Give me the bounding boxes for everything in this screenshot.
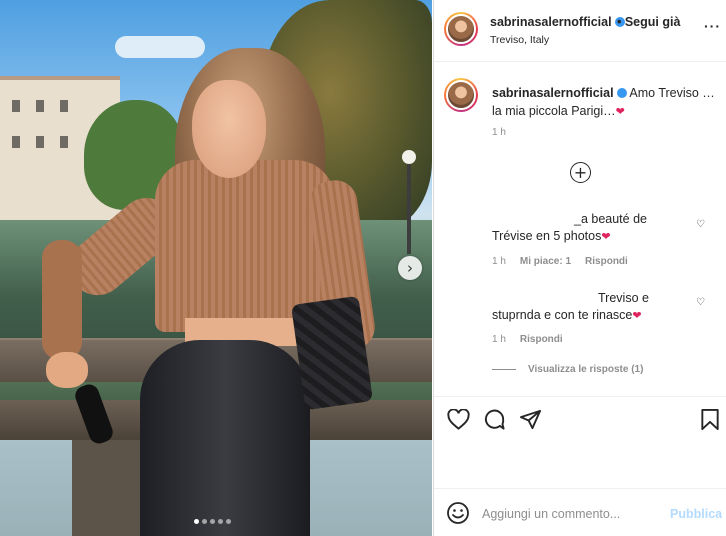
avatar[interactable] xyxy=(444,12,478,46)
handbag xyxy=(290,295,374,411)
caption: sabrinasalernofficial Amo Treviso … la m… xyxy=(434,62,726,148)
caption-line1: Amo Treviso … xyxy=(629,86,715,100)
lamp-post xyxy=(407,164,411,254)
like-comment-icon[interactable]: ♡ xyxy=(696,219,705,230)
view-replies[interactable]: Visualizza le risposte (1) xyxy=(492,364,643,375)
carousel-dot xyxy=(194,519,199,524)
lamp xyxy=(402,150,416,164)
figure-pants xyxy=(140,340,310,536)
avatar[interactable] xyxy=(444,78,478,112)
carousel-dot xyxy=(210,519,215,524)
publish-button[interactable]: Pubblica xyxy=(670,507,722,521)
comment-composer: Pubblica xyxy=(434,488,726,536)
share-icon[interactable] xyxy=(518,407,542,431)
heart-emoji-icon: ❤ xyxy=(615,105,625,118)
post-photo[interactable]: › xyxy=(0,0,432,536)
carousel-dot xyxy=(218,519,223,524)
username-text[interactable]: sabrinasalernofficial xyxy=(490,15,612,29)
carousel-dot xyxy=(202,519,207,524)
comment-meta: 1 h Mi piace: 1 Rispondi xyxy=(492,256,628,267)
caption-text: sabrinasalernofficial Amo Treviso … la m… xyxy=(492,84,717,121)
location-link[interactable]: Treviso, Italy xyxy=(490,34,549,46)
comment-likes[interactable]: Mi piace: 1 xyxy=(520,256,571,267)
follow-status[interactable]: • Segui già xyxy=(617,15,680,29)
plus-circle-icon[interactable]: + xyxy=(570,162,591,183)
heart-emoji-icon: ❤ xyxy=(601,230,611,243)
comment-icon[interactable] xyxy=(482,407,506,431)
caption-username[interactable]: sabrinasalernofficial xyxy=(492,86,614,100)
action-bar xyxy=(434,396,726,442)
reply-button[interactable]: Rispondi xyxy=(585,256,628,267)
reply-button[interactable]: Rispondi xyxy=(520,334,563,345)
post-viewer: › sabrinasalernofficial • Segui già Trev… xyxy=(0,0,726,536)
like-comment-icon[interactable]: ♡ xyxy=(696,297,705,308)
bookmark-icon[interactable] xyxy=(698,407,722,431)
heart-icon[interactable] xyxy=(446,407,470,431)
view-replies-label[interactable]: Visualizza le risposte (1) xyxy=(528,364,643,375)
comment-text: _a beauté de Trévise en 5 photos❤ xyxy=(492,211,692,245)
smiley-icon[interactable] xyxy=(446,501,470,525)
comment-time[interactable]: 1 h xyxy=(492,334,506,345)
caption-line2: la mia piccola Parigi… xyxy=(492,104,616,118)
figure-face xyxy=(192,80,266,178)
figure-forearm xyxy=(42,240,82,360)
carousel-dots xyxy=(194,519,231,524)
divider xyxy=(492,369,516,370)
cloud xyxy=(115,36,205,58)
heart-emoji-icon: ❤ xyxy=(632,309,642,322)
header-username[interactable]: sabrinasalernofficial xyxy=(490,15,625,29)
comment-time[interactable]: 1 h xyxy=(492,256,506,267)
post-sidebar: sabrinasalernofficial • Segui già Trevis… xyxy=(433,0,726,536)
comment-line1: Treviso e xyxy=(598,291,649,305)
comment-text: Treviso e stuprnda e con te rinasce❤ xyxy=(492,290,692,324)
post-header: sabrinasalernofficial • Segui già Trevis… xyxy=(434,0,726,62)
carousel-dot xyxy=(226,519,231,524)
chevron-right-icon[interactable]: › xyxy=(398,256,422,280)
comment-meta: 1 h Rispondi xyxy=(492,334,563,345)
comment-line2: Trévise en 5 photos xyxy=(492,229,602,243)
figure-hand xyxy=(46,352,88,388)
verified-badge-icon xyxy=(616,88,627,98)
comment-input[interactable] xyxy=(482,503,662,525)
comment-line2: stuprnda e con te rinasce xyxy=(492,308,633,322)
comment-line1: _a beauté de xyxy=(574,212,647,226)
caption-time[interactable]: 1 h xyxy=(492,127,506,138)
more-options-icon[interactable]: ··· xyxy=(704,18,721,34)
